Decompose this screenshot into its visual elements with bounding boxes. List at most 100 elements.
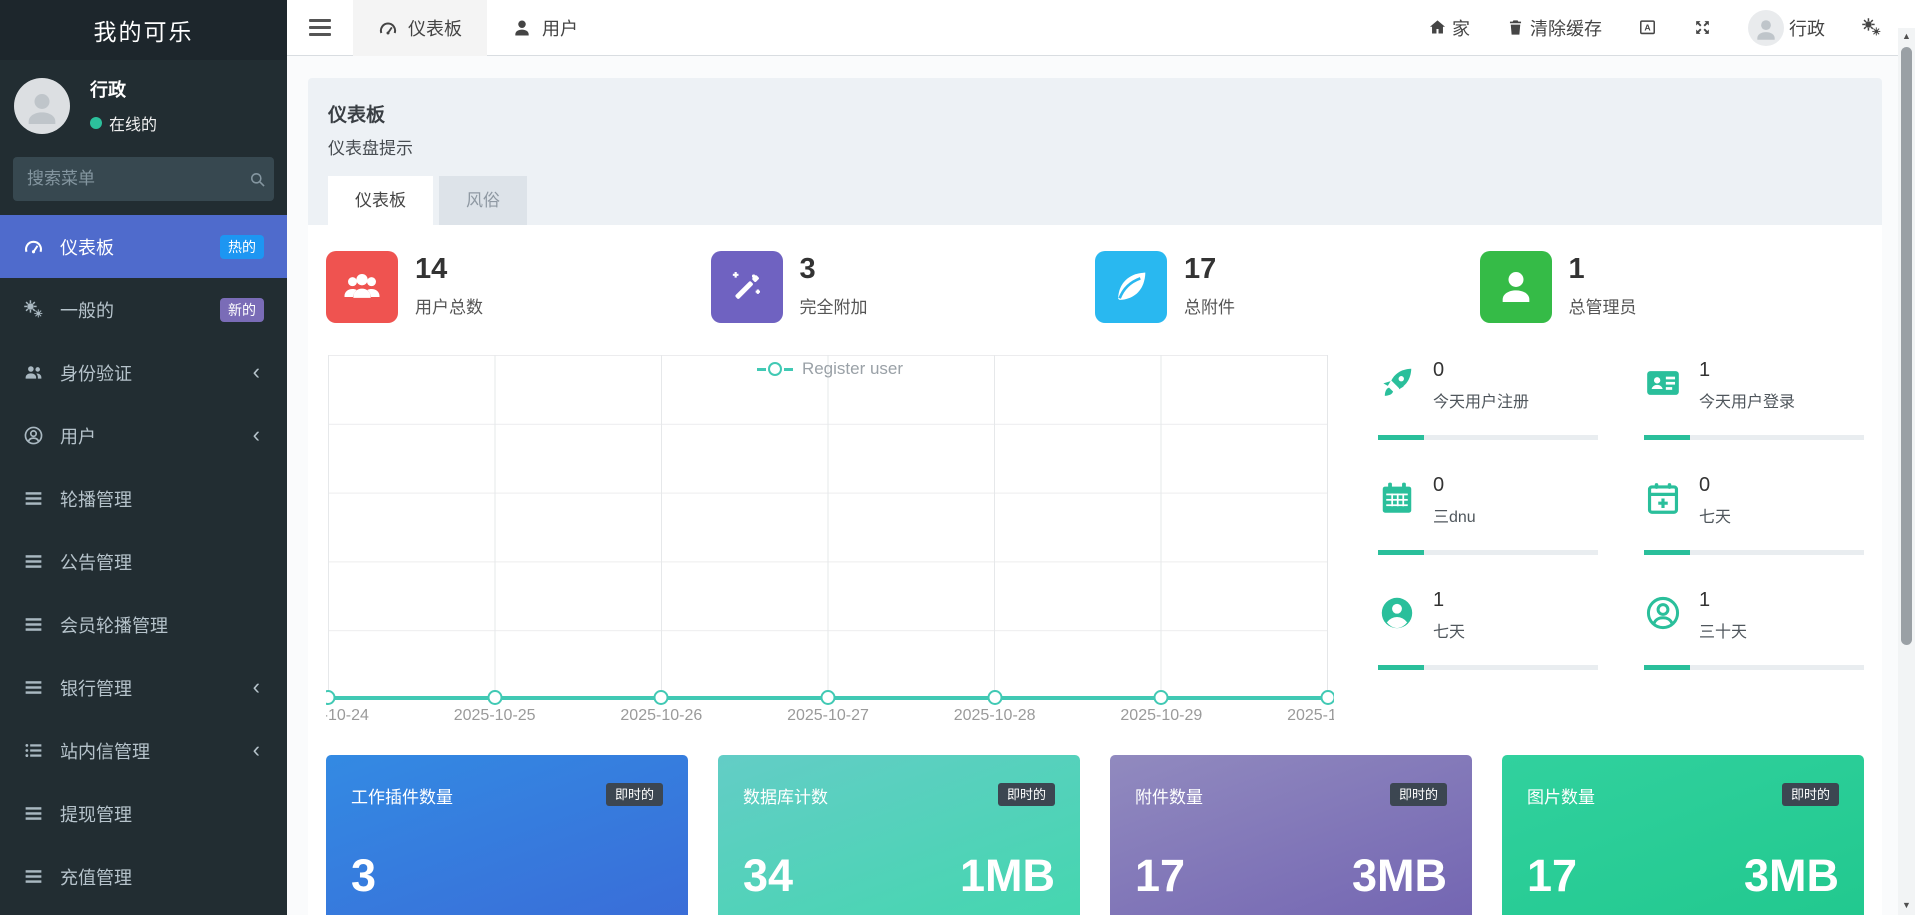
search-icon[interactable] xyxy=(248,170,267,189)
x-axis-label: 2025-10-30 xyxy=(1287,707,1334,724)
stat-admins: 1 总管理员 xyxy=(1479,251,1865,323)
online-dot-icon xyxy=(90,117,102,129)
realtime-badge: 即时的 xyxy=(1389,783,1447,806)
leaf-icon xyxy=(1095,251,1167,323)
menu-search xyxy=(13,157,274,201)
sidebar-menu: 仪表板 热的 一般的 新的 身份验证 ‹ 用户 ‹ 轮播管理 公告管理 会员轮播管理 银… xyxy=(0,215,287,908)
scroll-up-icon[interactable]: ▲ xyxy=(1898,28,1915,44)
hot-badge: 热的 xyxy=(220,234,264,259)
mini-stat-register-today: 0 今天用户注册 xyxy=(1378,359,1598,474)
navbar-actions: 家 清除缓存 行政 xyxy=(1428,9,1898,46)
card-database: 数据库计数 即时的 34 1MB xyxy=(718,755,1080,915)
mini-stats-grid: 0 今天用户注册 1 今天用户登录 0 三dnu 0 七天 1 七天 1 三十天 xyxy=(1378,351,1864,725)
sidebar-item-recharge[interactable]: 充值管理 xyxy=(0,845,287,908)
list-icon xyxy=(23,488,44,509)
topbar-tab-dashboard[interactable]: 仪表板 xyxy=(353,0,487,56)
user-status: 在线的 xyxy=(90,111,157,135)
navbar-user[interactable]: 行政 xyxy=(1748,9,1825,46)
scrollbar-thumb[interactable] xyxy=(1901,47,1912,645)
mini-stat-thirty-days: 1 三十天 xyxy=(1644,589,1864,704)
realtime-badge: 即时的 xyxy=(1781,783,1839,806)
list-ul-icon xyxy=(23,740,44,761)
list-icon xyxy=(23,866,44,887)
content-area: 仪表板 仪表盘提示 仪表板 风俗 14 用户总数 3 完全附加 17 总附件 1… xyxy=(287,56,1898,915)
chevron-left-icon: ‹ xyxy=(252,736,260,762)
card-value: 17 xyxy=(1135,850,1186,901)
sidebar-item-carousel[interactable]: 轮播管理 xyxy=(0,467,287,530)
sidebar-item-user[interactable]: 用户 ‹ xyxy=(0,404,287,467)
stat-addons: 3 完全附加 xyxy=(710,251,1096,323)
home-icon xyxy=(1428,18,1447,37)
user-avatar[interactable] xyxy=(14,77,70,134)
page-title: 仪表板 xyxy=(328,105,386,126)
card-value: 17 xyxy=(1527,850,1578,901)
list-icon xyxy=(23,677,44,698)
stats-row: 14 用户总数 3 完全附加 17 总附件 1 总管理员 xyxy=(326,251,1864,323)
search-input[interactable] xyxy=(27,169,248,189)
settings-button[interactable] xyxy=(1861,17,1882,38)
legend-marker-icon xyxy=(767,362,782,376)
scroll-down-icon[interactable]: ▼ xyxy=(1898,897,1915,913)
stat-total-users: 14 用户总数 xyxy=(326,251,711,323)
chart-legend[interactable]: Register user xyxy=(326,359,1334,379)
avatar xyxy=(1748,9,1784,46)
person-icon xyxy=(1753,17,1779,43)
top-navbar: 仪表板 用户 家 清除缓存 行政 xyxy=(287,0,1898,56)
legend-label: Register user xyxy=(801,359,904,378)
tab-custom[interactable]: 风俗 xyxy=(439,176,527,225)
sidebar-toggle-icon[interactable] xyxy=(287,0,353,56)
x-axis-label: 2025-10-25 xyxy=(453,707,536,724)
language-button[interactable] xyxy=(1638,18,1657,37)
mini-stat-seven-days: 0 七天 xyxy=(1644,474,1864,589)
panel-tabs: 仪表板 风俗 xyxy=(308,176,1882,225)
progress-bar xyxy=(1644,665,1864,670)
chart-plot-area xyxy=(328,355,1328,699)
user-panel: 行政 在线的 xyxy=(0,60,287,149)
register-user-chart[interactable]: Register user 2025-10-24 2025-10-25 2025-1… xyxy=(326,351,1334,725)
progress-bar xyxy=(1378,435,1598,440)
sidebar: 我的可乐 行政 在线的 仪表板热的 一般的新的 身份验证‹ 用户‹ 轮播管理 公… xyxy=(0,0,287,915)
id-card-icon xyxy=(1644,364,1682,402)
user-name: 行政 xyxy=(90,80,126,100)
card-title: 附件数量 xyxy=(1135,788,1203,807)
x-axis-label: 2025-10-24 xyxy=(326,707,369,724)
chart-section: Register user 2025-10-24 2025-10-25 2025-1… xyxy=(326,351,1864,725)
magic-wand-icon xyxy=(710,251,783,323)
sidebar-item-dashboard[interactable]: 仪表板 热的 xyxy=(0,215,287,278)
card-images: 图片数量 即时的 17 3MB xyxy=(1502,755,1864,915)
fullscreen-button[interactable] xyxy=(1693,18,1712,37)
sidebar-item-member-carousel[interactable]: 会员轮播管理 xyxy=(0,593,287,656)
card-title: 数据库计数 xyxy=(743,788,828,807)
gauge-icon xyxy=(23,236,44,257)
dashboard-panel: 仪表板 仪表盘提示 仪表板 风俗 14 用户总数 3 完全附加 17 总附件 1… xyxy=(308,78,1882,915)
scrollbar[interactable]: ▲ ▼ xyxy=(1898,0,1915,915)
person-icon xyxy=(22,89,62,129)
cogs-icon xyxy=(23,299,44,320)
tab-dashboard[interactable]: 仪表板 xyxy=(328,176,433,225)
panel-body: 14 用户总数 3 完全附加 17 总附件 1 总管理员 Register us… xyxy=(308,225,1882,915)
sidebar-item-bank[interactable]: 银行管理 ‹ xyxy=(0,656,287,719)
sidebar-item-withdraw[interactable]: 提现管理 xyxy=(0,782,287,845)
sidebar-item-general[interactable]: 一般的 新的 xyxy=(0,278,287,341)
progress-bar xyxy=(1378,550,1598,555)
sidebar-item-messages[interactable]: 站内信管理 ‹ xyxy=(0,719,287,782)
sidebar-item-auth[interactable]: 身份验证 ‹ xyxy=(0,341,287,404)
calendar-icon xyxy=(1378,479,1416,517)
sidebar-item-announcement[interactable]: 公告管理 xyxy=(0,530,287,593)
x-axis-label: 2025-10-29 xyxy=(1120,707,1203,724)
new-badge: 新的 xyxy=(220,297,264,322)
card-attachments: 附件数量 即时的 17 3MB xyxy=(1110,755,1472,915)
user-icon xyxy=(1479,251,1552,323)
home-button[interactable]: 家 xyxy=(1428,15,1470,41)
list-icon xyxy=(23,614,44,635)
chevron-left-icon: ‹ xyxy=(252,673,260,699)
trash-icon xyxy=(1506,18,1525,37)
app-logo[interactable]: 我的可乐 xyxy=(0,0,287,60)
rocket-icon xyxy=(1378,364,1416,402)
topbar-tab-user[interactable]: 用户 xyxy=(487,0,603,56)
clear-cache-button[interactable]: 清除缓存 xyxy=(1506,15,1602,41)
card-value: 3 xyxy=(351,850,377,901)
legend-line-icon xyxy=(783,367,793,371)
gauge-icon xyxy=(378,18,398,38)
x-axis-labels: 2025-10-24 2025-10-25 2025-10-26 2025-10-27… xyxy=(326,703,1334,725)
